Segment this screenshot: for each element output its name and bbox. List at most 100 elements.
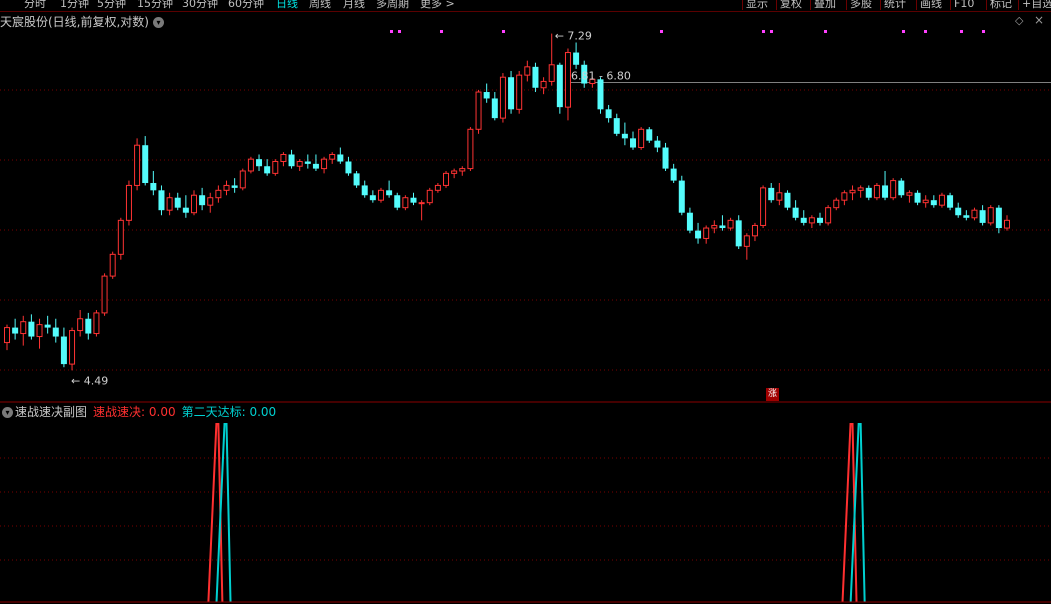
signal-dot — [902, 30, 905, 33]
signal-dot — [398, 30, 401, 33]
candle-body — [532, 66, 539, 88]
candle-body — [955, 207, 962, 216]
candle-body — [1003, 219, 1010, 229]
candle-body — [256, 159, 263, 167]
grid-lines — [0, 89, 1051, 371]
candle-body — [491, 98, 498, 119]
high-label: ← 7.29 — [555, 30, 592, 43]
candle-body — [654, 140, 661, 148]
signal-dot — [390, 30, 393, 33]
candle-body — [564, 52, 571, 108]
candle-body — [410, 197, 417, 203]
candle-body — [312, 163, 319, 169]
candle-body — [28, 321, 35, 337]
candle-body — [223, 184, 230, 191]
candle-body — [150, 183, 157, 191]
candle-body — [630, 138, 637, 148]
price-annotations: ← 7.29 ← 4.49 6.81 - 6.80 — [71, 30, 631, 388]
candle-body — [475, 91, 482, 130]
candle-body — [825, 207, 832, 224]
candle-body — [621, 133, 628, 139]
candle-body — [36, 324, 43, 338]
candle-body — [800, 217, 807, 223]
candle-body — [166, 197, 173, 211]
candle-body — [134, 144, 141, 186]
signal-dot — [824, 30, 827, 33]
candle-body — [646, 129, 653, 141]
candle-body — [727, 219, 734, 229]
signal-dot — [770, 30, 773, 33]
candle-body — [125, 184, 132, 221]
candle-body — [280, 153, 287, 163]
candle-body — [77, 318, 84, 332]
candle-body — [190, 194, 197, 214]
candle-body — [930, 200, 937, 206]
candle-body — [849, 189, 856, 194]
candles — [4, 33, 1010, 371]
chevron-down-icon[interactable]: ▾ — [2, 407, 13, 418]
signal-markers — [390, 30, 985, 33]
signal-dot — [924, 30, 927, 33]
candle-body — [247, 158, 254, 172]
candle-body — [60, 336, 67, 365]
candle-body — [174, 197, 181, 208]
candle-body — [467, 128, 474, 170]
candle-body — [638, 128, 645, 149]
candle-body — [882, 185, 889, 198]
candle-body — [873, 184, 880, 199]
candle-body — [239, 170, 246, 189]
candle-body — [719, 225, 726, 229]
candle-body — [44, 324, 51, 328]
price-line-label: 6.81 - 6.80 — [571, 69, 631, 82]
candle-body — [418, 202, 425, 205]
candle-body — [922, 199, 929, 204]
candle-body — [85, 318, 92, 334]
candle-body — [361, 185, 368, 196]
candlestick-chart[interactable]: ← 7.29 ← 4.49 6.81 - 6.80 — [0, 0, 1051, 604]
candle-body — [369, 195, 376, 201]
candle-body — [613, 118, 620, 134]
zhang-badge[interactable]: 涨 — [766, 388, 779, 401]
candle-body — [288, 154, 295, 167]
candle-body — [524, 66, 531, 76]
candle-body — [906, 192, 913, 196]
candle-body — [434, 184, 441, 191]
signal-dot — [960, 30, 963, 33]
low-label: ← 4.49 — [71, 374, 108, 387]
candle-body — [516, 74, 523, 110]
candle-body — [304, 161, 311, 164]
candle-body — [987, 207, 994, 224]
sub-grid-lines — [0, 457, 1051, 561]
candle-body — [979, 210, 986, 223]
candle-body — [808, 217, 815, 224]
candle-body — [117, 219, 124, 255]
candle-body — [207, 197, 214, 206]
candle-body — [963, 215, 970, 218]
candle-body — [337, 154, 344, 162]
candle-body — [597, 79, 604, 110]
candle-body — [426, 189, 433, 204]
candle-body — [52, 327, 59, 337]
candle-body — [678, 180, 685, 213]
indicator-lines — [207, 423, 866, 603]
candle-body — [329, 153, 336, 160]
candle-body — [711, 224, 718, 229]
signal-dot — [502, 30, 505, 33]
candle-body — [296, 161, 303, 167]
candle-body — [402, 197, 409, 209]
candle-body — [483, 92, 490, 99]
signal-dot — [440, 30, 443, 33]
candle-body — [386, 190, 393, 196]
candle-body — [890, 180, 897, 199]
candle-body — [768, 187, 775, 201]
candle-body — [914, 192, 921, 203]
signal-dot — [660, 30, 663, 33]
candle-body — [938, 194, 945, 206]
candle-body — [345, 161, 352, 174]
candle-body — [182, 207, 189, 213]
candle-body — [69, 330, 76, 365]
candle-body — [93, 312, 100, 335]
candle-body — [377, 189, 384, 201]
candle-body — [548, 64, 555, 82]
candle-body — [751, 224, 758, 237]
